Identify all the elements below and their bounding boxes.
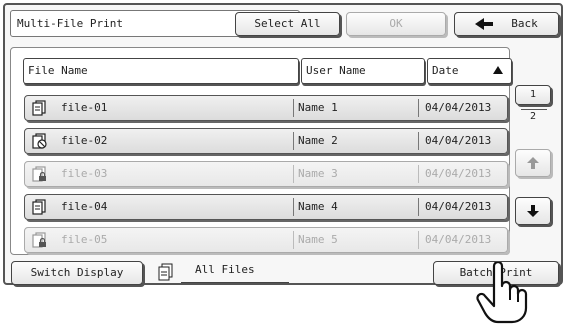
file-filter-label: All Files	[181, 261, 289, 283]
file-name: file-01	[61, 101, 108, 114]
file-stack-icon	[158, 263, 173, 281]
page-up-button[interactable]	[515, 149, 551, 177]
file-row-2[interactable]: file-02 Name 2 04/04/2013	[24, 128, 508, 154]
divider	[418, 165, 419, 183]
divider	[418, 99, 419, 117]
divider	[418, 198, 419, 216]
divider	[293, 231, 294, 249]
sort-ascending-icon	[493, 66, 503, 74]
left-arrow-icon	[475, 18, 494, 30]
current-page-button[interactable]: 1	[515, 85, 551, 105]
switch-display-button[interactable]: Switch Display	[11, 261, 143, 285]
file-date: 04/04/2013	[425, 167, 492, 180]
select-all-button[interactable]: Select All	[235, 12, 340, 36]
divider	[293, 99, 294, 117]
divider	[293, 198, 294, 216]
file-name: file-02	[61, 134, 108, 147]
column-header-date[interactable]: Date	[427, 58, 512, 84]
page-divider	[521, 109, 547, 110]
file-row-5: file-05 Name 5 04/04/2013	[24, 227, 508, 253]
document-icon	[32, 199, 46, 215]
file-date: 04/04/2013	[425, 233, 492, 246]
back-button[interactable]: Back	[454, 12, 559, 36]
file-row-1[interactable]: file-01 Name 1 04/04/2013	[24, 95, 508, 121]
hand-pointer-icon	[476, 262, 528, 324]
column-header-file-name[interactable]: File Name	[23, 58, 299, 84]
user-name: Name 1	[298, 101, 338, 114]
multi-file-print-panel: Multi-File Print Select All OK Back File…	[3, 3, 563, 285]
divider	[293, 165, 294, 183]
user-name: Name 3	[298, 167, 338, 180]
document-locked-icon	[32, 232, 46, 248]
user-name: Name 4	[298, 200, 338, 213]
file-date: 04/04/2013	[425, 134, 492, 147]
total-pages: 2	[529, 111, 537, 122]
back-button-label: Back	[511, 17, 538, 30]
user-name: Name 5	[298, 233, 338, 246]
divider	[418, 231, 419, 249]
file-row-4[interactable]: file-04 Name 4 04/04/2013	[24, 194, 508, 220]
column-header-date-label: Date	[432, 64, 459, 77]
divider	[293, 132, 294, 150]
down-arrow-icon	[527, 205, 539, 217]
up-arrow-icon	[527, 157, 539, 169]
file-name: file-03	[61, 167, 108, 180]
file-date: 04/04/2013	[425, 200, 492, 213]
document-locked-icon	[32, 166, 46, 182]
document-icon	[32, 100, 46, 116]
ok-button[interactable]: OK	[346, 12, 446, 36]
divider	[418, 132, 419, 150]
page-down-button[interactable]	[515, 197, 551, 225]
column-header-user-name[interactable]: User Name	[301, 58, 425, 84]
file-name: file-04	[61, 200, 108, 213]
file-row-3: file-03 Name 3 04/04/2013	[24, 161, 508, 187]
user-name: Name 2	[298, 134, 338, 147]
file-name: file-05	[61, 233, 108, 246]
file-date: 04/04/2013	[425, 101, 492, 114]
document-prohibited-icon	[32, 133, 47, 149]
